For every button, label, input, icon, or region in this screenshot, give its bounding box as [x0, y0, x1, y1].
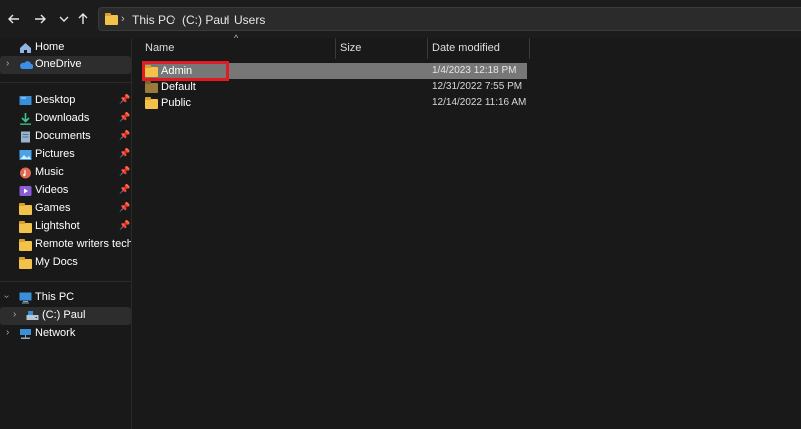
forward-arrow-icon[interactable]: [31, 10, 49, 28]
music-icon: [19, 167, 32, 179]
picture-icon: [19, 149, 32, 161]
cloud-icon: [19, 59, 34, 71]
chevron-down-icon[interactable]: [55, 10, 73, 28]
sidebar-item-label: (C:) Paul: [42, 309, 86, 321]
sidebar-item-label: Desktop: [35, 94, 76, 106]
pin-icon[interactable]: 📌: [119, 148, 130, 159]
sidebar-item-home[interactable]: Home: [0, 39, 131, 57]
sidebar-item-onedrive[interactable]: › OneDrive: [0, 56, 131, 74]
breadcrumb-users[interactable]: Users: [234, 13, 265, 27]
sidebar-item-documents[interactable]: Documents 📌: [0, 128, 131, 146]
folder-icon: [105, 13, 118, 25]
chevron-right-icon: ›: [121, 13, 125, 25]
sidebar-item-games[interactable]: Games 📌: [0, 200, 131, 218]
sidebar-item-my-docs[interactable]: My Docs: [0, 254, 131, 272]
file-name: Public: [161, 97, 191, 109]
pc-icon: [19, 292, 32, 304]
address-bar[interactable]: › This PC › (C:) Paul › Users: [98, 7, 801, 31]
file-date: 12/31/2022 7:55 PM: [432, 81, 523, 92]
sidebar-item-label: Videos: [35, 184, 69, 196]
sidebar-item-network[interactable]: › Network: [0, 325, 131, 343]
annotation-highlight-box: [142, 61, 229, 81]
pin-icon[interactable]: 📌: [119, 112, 130, 123]
sidebar-item-lightshot[interactable]: Lightshot 📌: [0, 218, 131, 236]
chevron-right-icon: ›: [224, 13, 228, 25]
folder-icon: [19, 257, 32, 269]
folder-icon: [19, 239, 32, 251]
back-arrow-icon[interactable]: [5, 10, 23, 28]
file-name: Default: [161, 81, 196, 93]
title-bar: › This PC › (C:) Paul › Users: [0, 0, 801, 38]
download-icon: [19, 113, 32, 125]
file-date: 12/14/2022 11:16 AM: [432, 97, 527, 108]
video-icon: [19, 185, 32, 197]
column-header-date-modified[interactable]: Date modified: [432, 42, 500, 54]
sidebar-item-label: Games: [35, 202, 71, 214]
sidebar-item-label: Remote writers tech: [35, 238, 131, 250]
pin-icon[interactable]: 📌: [119, 184, 130, 195]
folder-icon: [145, 97, 158, 109]
column-header-name[interactable]: Name: [145, 42, 174, 54]
sidebar-item-label: Lightshot: [35, 220, 80, 232]
column-divider[interactable]: [529, 38, 530, 59]
sidebar-item-desktop[interactable]: Desktop 📌: [0, 92, 131, 110]
file-list: ^ Name Size Date modified Admin 1/4/2023…: [132, 33, 801, 429]
folder-icon: [19, 203, 32, 215]
sidebar-item-label: Music: [35, 166, 64, 178]
sidebar-item-label: OneDrive: [35, 58, 82, 70]
home-icon: [19, 42, 32, 54]
divider: [0, 82, 131, 83]
sidebar-item-remote-writers-tech[interactable]: Remote writers tech: [0, 236, 131, 254]
sidebar-item-label: Network: [35, 327, 76, 339]
sidebar-item-downloads[interactable]: Downloads 📌: [0, 110, 131, 128]
sidebar-item-pictures[interactable]: Pictures 📌: [0, 146, 131, 164]
sidebar-item-drive-c[interactable]: › (C:) Paul: [0, 307, 131, 325]
column-divider[interactable]: [335, 38, 336, 59]
column-divider[interactable]: [427, 38, 428, 59]
navigation-pane: Home › OneDrive Desktop 📌 Downloads 📌 Do…: [0, 38, 131, 429]
pin-icon[interactable]: 📌: [119, 130, 130, 141]
up-arrow-icon[interactable]: [74, 10, 92, 28]
sidebar-item-videos[interactable]: Videos 📌: [0, 182, 131, 200]
chevron-right-icon[interactable]: ›: [13, 309, 16, 320]
sidebar-item-this-pc[interactable]: › This PC: [0, 289, 131, 307]
divider: [0, 281, 131, 282]
folder-icon: [145, 81, 158, 93]
file-row-public[interactable]: Public 12/14/2022 11:16 AM: [142, 95, 527, 111]
chevron-right-icon[interactable]: ›: [6, 58, 9, 69]
drive-icon: [26, 310, 39, 322]
chevron-right-icon[interactable]: ›: [6, 327, 9, 338]
sidebar-item-label: This PC: [35, 291, 75, 303]
sidebar-item-label: Pictures: [35, 148, 75, 160]
sidebar-item-music[interactable]: Music 📌: [0, 164, 131, 182]
file-row-default[interactable]: Default 12/31/2022 7:55 PM: [142, 79, 527, 95]
breadcrumb-this-pc[interactable]: This PC: [132, 13, 175, 27]
chevron-down-icon[interactable]: ›: [1, 295, 12, 298]
document-icon: [19, 131, 32, 143]
pin-icon[interactable]: 📌: [119, 220, 130, 231]
breadcrumb-drive[interactable]: (C:) Paul: [182, 13, 229, 27]
column-header-size[interactable]: Size: [340, 42, 361, 54]
chevron-right-icon: ›: [172, 13, 176, 25]
network-icon: [19, 328, 32, 340]
sidebar-item-label: Downloads: [35, 112, 90, 124]
sidebar-item-label: Documents: [35, 130, 91, 142]
pin-icon[interactable]: 📌: [119, 166, 130, 177]
folder-icon: [19, 221, 32, 233]
sidebar-item-label: My Docs: [35, 256, 78, 268]
sidebar-item-label: Home: [35, 41, 65, 53]
pin-icon[interactable]: 📌: [119, 202, 130, 213]
desktop-icon: [19, 95, 32, 107]
file-date: 1/4/2023 12:18 PM: [432, 65, 517, 76]
sort-ascending-icon: ^: [234, 33, 239, 43]
pin-icon[interactable]: 📌: [119, 94, 130, 105]
